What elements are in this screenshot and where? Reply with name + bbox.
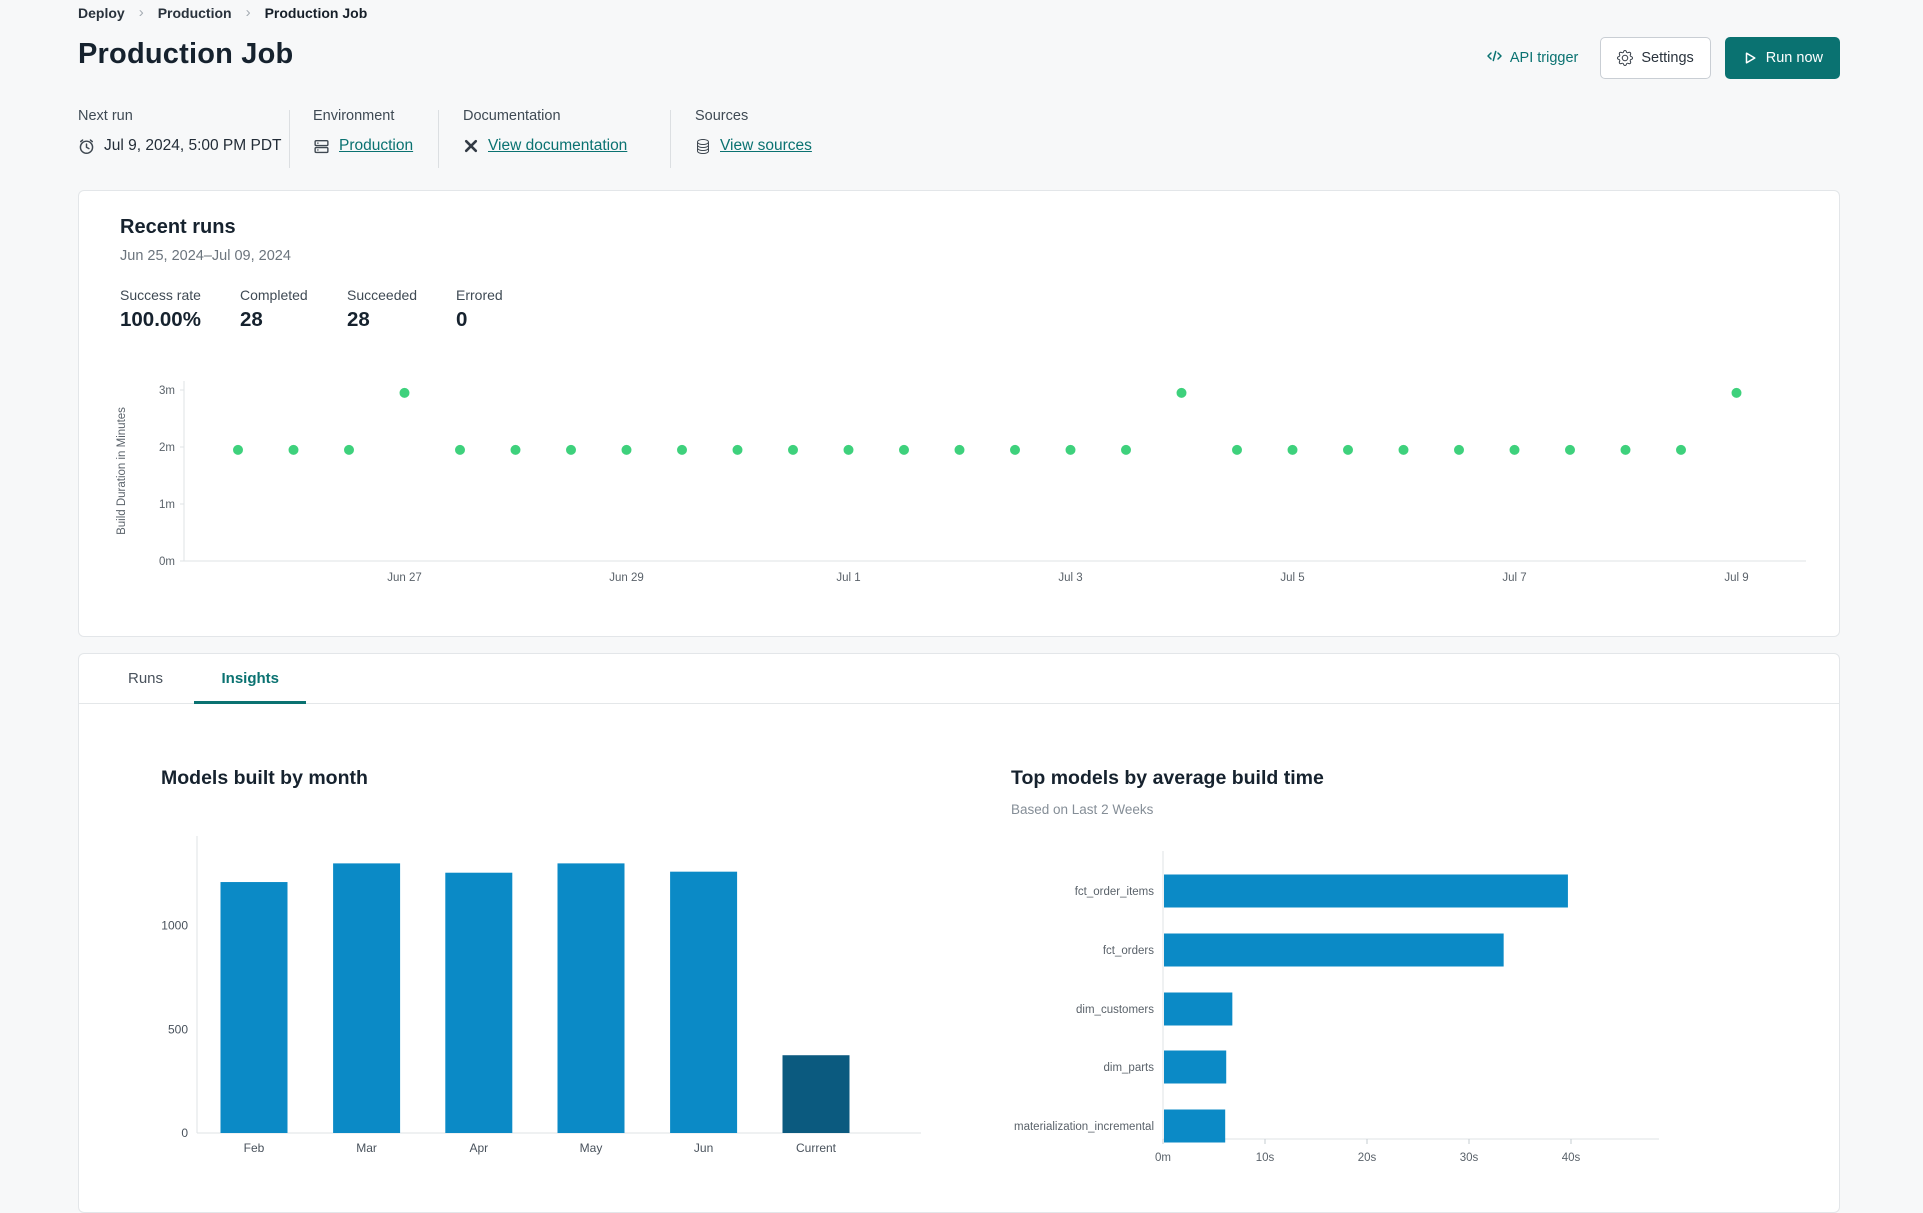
recent-runs-title: Recent runs xyxy=(120,216,236,238)
recent-runs-date-range: Jun 25, 2024–Jul 09, 2024 xyxy=(120,248,291,264)
play-icon xyxy=(1742,50,1758,66)
breadcrumb-item-deploy[interactable]: Deploy xyxy=(78,5,125,21)
recent-runs-card: Recent runs Jun 25, 2024–Jul 09, 2024 Su… xyxy=(78,190,1840,637)
svg-text:Jun 27: Jun 27 xyxy=(387,572,422,584)
svg-text:40s: 40s xyxy=(1562,1152,1581,1164)
top-models-title: Top models by average build time xyxy=(1011,767,1324,789)
svg-text:dim_parts: dim_parts xyxy=(1104,1062,1155,1074)
svg-text:1000: 1000 xyxy=(161,919,188,933)
svg-text:30s: 30s xyxy=(1460,1152,1479,1164)
svg-text:Jul 5: Jul 5 xyxy=(1280,572,1304,584)
run-now-label: Run now xyxy=(1765,50,1823,66)
svg-text:Jul 3: Jul 3 xyxy=(1058,572,1082,584)
environment-label: Environment xyxy=(313,108,395,124)
page: Deploy › Production › Production Job Pro… xyxy=(0,0,1923,1213)
breadcrumb-item-production[interactable]: Production xyxy=(158,5,232,21)
svg-text:0m: 0m xyxy=(159,556,175,568)
code-icon xyxy=(1486,48,1503,68)
documentation-label: Documentation xyxy=(463,108,561,124)
api-trigger-link[interactable]: API trigger xyxy=(1486,48,1579,68)
run-duration-scatter-chart: 0m 1m 2m 3m Build Duration in Minutes Jun 27 J… xyxy=(116,381,1806,584)
svg-text:Jul 1: Jul 1 xyxy=(836,572,860,584)
dbt-docs-icon xyxy=(463,138,479,154)
svg-text:3m: 3m xyxy=(159,385,175,397)
svg-text:0m: 0m xyxy=(1155,1152,1171,1164)
svg-text:May: May xyxy=(580,1141,603,1155)
stat-completed: Completed 28 xyxy=(240,287,308,331)
meta-next-run: Next run Jul 9, 2024, 5:00 PM PDT xyxy=(78,108,281,155)
tab-insights[interactable]: Insights xyxy=(194,654,306,704)
svg-text:Current: Current xyxy=(796,1141,837,1155)
insights-card: Runs Insights Models built by month 0 500… xyxy=(78,653,1840,1213)
svg-text:fct_orders: fct_orders xyxy=(1103,945,1154,957)
database-icon xyxy=(695,138,711,154)
stat-success-rate: Success rate 100.00% xyxy=(120,287,201,331)
meta-environment: Environment Production xyxy=(313,108,413,155)
svg-text:0: 0 xyxy=(181,1126,188,1140)
view-documentation-link[interactable]: View documentation xyxy=(488,137,627,155)
sources-label: Sources xyxy=(695,108,749,124)
tab-bar: Runs Insights xyxy=(79,654,1839,704)
svg-text:Jun 29: Jun 29 xyxy=(609,572,644,584)
recent-runs-stats: Success rate 100.00% Completed 28 Succee… xyxy=(120,287,503,332)
settings-button[interactable]: Settings xyxy=(1600,37,1711,79)
svg-text:10s: 10s xyxy=(1256,1152,1275,1164)
svg-text:Jul 7: Jul 7 xyxy=(1502,572,1526,584)
top-models-hbar-chart: fct_order_items fct_orders dim_customersdi… xyxy=(1014,851,1659,1164)
environment-link[interactable]: Production xyxy=(339,137,413,155)
api-trigger-label: API trigger xyxy=(1509,50,1579,66)
svg-text:2m: 2m xyxy=(159,442,175,454)
svg-text:1m: 1m xyxy=(159,499,175,511)
divider xyxy=(670,110,671,168)
settings-label: Settings xyxy=(1641,50,1694,66)
breadcrumb-current: Production Job xyxy=(264,4,368,21)
next-run-label: Next run xyxy=(78,108,133,124)
svg-text:dim_customers: dim_customers xyxy=(1076,1004,1154,1016)
svg-text:500: 500 xyxy=(168,1022,188,1036)
breadcrumb: Deploy › Production › Production Job xyxy=(78,4,367,21)
environment-icon xyxy=(313,138,330,155)
meta-documentation: Documentation View documentation xyxy=(463,108,627,155)
svg-text:20s: 20s xyxy=(1358,1152,1377,1164)
page-title: Production Job xyxy=(78,38,294,70)
job-meta-row: Next run Jul 9, 2024, 5:00 PM PDT Enviro… xyxy=(0,108,1923,178)
tab-runs[interactable]: Runs xyxy=(101,654,190,704)
svg-text:materialization_incremental: materialization_incremental xyxy=(1014,1121,1154,1133)
svg-text:Apr: Apr xyxy=(469,1141,488,1155)
svg-text:Jun: Jun xyxy=(694,1141,713,1155)
top-models-subtitle: Based on Last 2 Weeks xyxy=(1011,802,1154,817)
models-by-month-title: Models built by month xyxy=(161,767,368,789)
stat-succeeded: Succeeded 28 xyxy=(347,287,418,331)
view-sources-link[interactable]: View sources xyxy=(720,137,812,155)
header-actions: API trigger Settings Run now xyxy=(1486,37,1840,79)
gear-icon xyxy=(1617,50,1634,66)
chevron-right-icon: › xyxy=(138,4,144,21)
svg-text:Jul 9: Jul 9 xyxy=(1724,572,1748,584)
chevron-right-icon: › xyxy=(245,4,251,21)
svg-text:Build Duration in Minutes: Build Duration in Minutes xyxy=(116,407,128,535)
divider xyxy=(438,110,439,168)
stat-errored: Errored 0 xyxy=(456,287,503,331)
run-now-button[interactable]: Run now xyxy=(1724,37,1840,79)
clock-icon xyxy=(78,138,95,155)
meta-sources: Sources View sources xyxy=(695,108,812,155)
models-by-month-bar-chart: 0 500 1000 Feb Mar Apr May Jun Current xyxy=(161,836,921,1155)
next-run-value: Jul 9, 2024, 5:00 PM PDT xyxy=(104,137,282,154)
divider xyxy=(289,110,290,168)
svg-text:fct_order_items: fct_order_items xyxy=(1075,886,1155,898)
svg-text:Feb: Feb xyxy=(244,1141,265,1155)
svg-text:Mar: Mar xyxy=(356,1141,377,1155)
